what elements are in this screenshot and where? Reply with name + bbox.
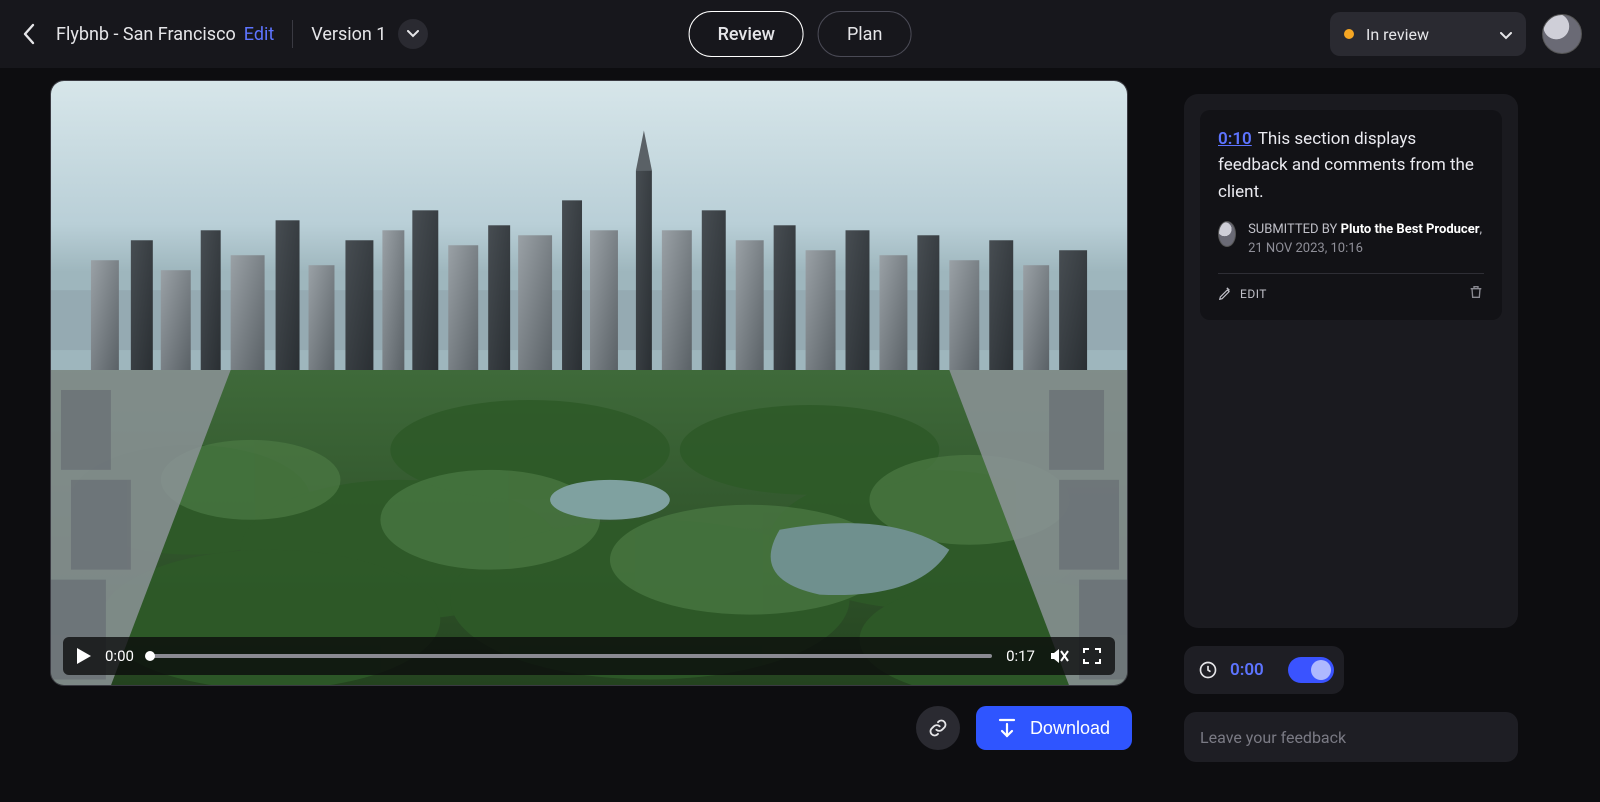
video-thumbnail xyxy=(51,81,1127,685)
feedback-placeholder: Leave your feedback xyxy=(1200,728,1346,747)
user-avatar[interactable] xyxy=(1542,14,1582,54)
chevron-left-icon xyxy=(22,23,36,45)
video-controls: 0:00 0:17 xyxy=(63,637,1115,675)
divider xyxy=(292,20,293,48)
trash-icon xyxy=(1468,284,1484,300)
main-column: 0:00 0:17 Download xyxy=(50,80,1132,802)
copy-link-button[interactable] xyxy=(916,706,960,750)
seek-bar[interactable] xyxy=(148,654,992,658)
video-player[interactable]: 0:00 0:17 xyxy=(50,80,1128,686)
comment-body: 0:10This section displays feedback and c… xyxy=(1218,126,1484,205)
comment-meta: SUBMITTED BY Pluto the Best Producer, 21… xyxy=(1218,221,1484,259)
download-icon xyxy=(998,718,1016,738)
chevron-down-icon xyxy=(407,30,419,38)
title-block: Flybnb - San Francisco Edit xyxy=(56,24,274,45)
play-button[interactable] xyxy=(77,648,91,664)
fullscreen-icon xyxy=(1083,648,1101,664)
link-icon xyxy=(928,718,948,738)
content: 0:00 0:17 Download xyxy=(0,68,1600,802)
version-selector[interactable]: Version 1 xyxy=(311,19,428,49)
comment-text: This section displays feedback and comme… xyxy=(1218,129,1474,202)
feedback-panel: 0:10This section displays feedback and c… xyxy=(1184,80,1518,802)
play-icon xyxy=(77,648,91,664)
status-selector[interactable]: In review xyxy=(1330,12,1526,56)
status-label: In review xyxy=(1366,25,1429,44)
timestamp-switch[interactable] xyxy=(1288,657,1334,683)
compose-timestamp: 0:00 xyxy=(1230,660,1264,680)
duration: 0:17 xyxy=(1006,647,1035,665)
comment-timestamp-link[interactable]: 0:10 xyxy=(1218,129,1252,149)
feedback-input[interactable]: Leave your feedback xyxy=(1184,712,1518,762)
chevron-down-icon xyxy=(1500,25,1512,44)
timestamp-toggle: 0:00 xyxy=(1184,646,1344,694)
download-label: Download xyxy=(1030,718,1110,739)
topbar: Flybnb - San Francisco Edit Version 1 Re… xyxy=(0,0,1600,68)
comment-date: 21 NOV 2023, 10:16 xyxy=(1248,241,1363,256)
comment-edit-label: EDIT xyxy=(1240,287,1267,301)
actions-row: Download xyxy=(50,706,1132,750)
comment-author-avatar xyxy=(1218,221,1236,247)
back-button[interactable] xyxy=(18,23,40,45)
clock-icon xyxy=(1198,660,1218,680)
mute-button[interactable] xyxy=(1049,647,1069,665)
title-edit-link[interactable]: Edit xyxy=(244,24,274,45)
tab-review[interactable]: Review xyxy=(689,11,804,57)
magic-edit-icon xyxy=(1218,287,1232,301)
right-cluster: In review xyxy=(1330,12,1582,56)
comment-delete-button[interactable] xyxy=(1468,284,1484,304)
mode-tabs: Review Plan xyxy=(689,11,912,57)
comment-actions: EDIT xyxy=(1218,273,1484,304)
submitted-by-label: SUBMITTED BY xyxy=(1248,222,1337,237)
comment-list: 0:10This section displays feedback and c… xyxy=(1184,94,1518,628)
comment-card: 0:10This section displays feedback and c… xyxy=(1200,110,1502,320)
current-time: 0:00 xyxy=(105,647,134,665)
comment-author: Pluto the Best Producer xyxy=(1341,222,1480,237)
version-dropdown-button[interactable] xyxy=(398,19,428,49)
comment-meta-text: SUBMITTED BY Pluto the Best Producer, 21… xyxy=(1248,221,1484,259)
download-button[interactable]: Download xyxy=(976,706,1132,750)
version-label: Version 1 xyxy=(311,24,386,45)
project-title: Flybnb - San Francisco xyxy=(56,24,236,45)
volume-muted-icon xyxy=(1049,647,1069,665)
status-dot-icon xyxy=(1344,29,1354,39)
fullscreen-button[interactable] xyxy=(1083,648,1101,664)
tab-plan[interactable]: Plan xyxy=(818,11,911,57)
comment-edit-button[interactable]: EDIT xyxy=(1218,287,1267,301)
